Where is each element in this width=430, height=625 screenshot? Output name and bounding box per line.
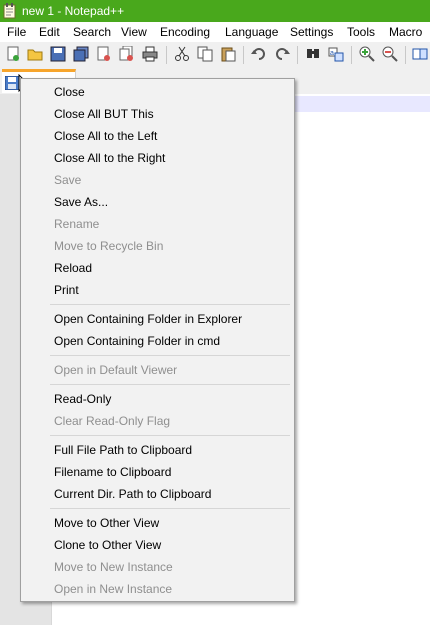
- menu-item-close-all-but-this[interactable]: Close All BUT This: [54, 103, 154, 125]
- zoom-out-icon[interactable]: [382, 46, 398, 62]
- menu-item-close-all-left[interactable]: Close All to the Left: [54, 125, 157, 147]
- menu-macro[interactable]: Macro: [389, 25, 422, 39]
- menu-encoding[interactable]: Encoding: [160, 25, 210, 39]
- menu-item-move-other-view[interactable]: Move to Other View: [54, 512, 159, 534]
- notepad-app-icon: [3, 3, 16, 19]
- menu-tools[interactable]: Tools: [347, 25, 375, 39]
- menu-file[interactable]: File: [7, 25, 26, 39]
- copy-icon[interactable]: [197, 46, 213, 62]
- save-all-icon[interactable]: [73, 46, 89, 62]
- print-icon[interactable]: [142, 46, 158, 62]
- menu-item-clear-read-only: Clear Read-Only Flag: [54, 414, 171, 428]
- toolbar-separator: [243, 46, 244, 64]
- menu-separator: [50, 508, 290, 509]
- menu-item-close-all-right[interactable]: Close All to the Right: [54, 147, 165, 169]
- svg-text:a: a: [330, 50, 334, 57]
- menu-search[interactable]: Search: [73, 25, 111, 39]
- toolbar-separator: [166, 46, 167, 64]
- tab-context-menu: Close Close All BUT This Close All to th…: [20, 78, 295, 602]
- menu-separator: [50, 384, 290, 385]
- open-file-icon[interactable]: [27, 46, 43, 62]
- toolbar-separator: [297, 46, 298, 64]
- saved-file-icon: [5, 76, 19, 90]
- title-bar: new 1 - Notepad++: [0, 0, 430, 22]
- find-icon[interactable]: [305, 46, 321, 62]
- sync-view-icon[interactable]: [412, 46, 428, 62]
- menu-item-move-to-recycle-bin: Move to Recycle Bin: [54, 239, 164, 253]
- toolbar-separator: [405, 46, 406, 64]
- menu-item-open-default-viewer: Open in Default Viewer: [54, 363, 178, 377]
- menu-settings[interactable]: Settings: [290, 25, 333, 39]
- menu-item-clone-other-view[interactable]: Clone to Other View: [54, 534, 161, 556]
- menu-item-close[interactable]: Close: [54, 81, 85, 103]
- menu-item-print[interactable]: Print: [54, 279, 79, 301]
- menu-language[interactable]: Language: [225, 25, 278, 39]
- window-title: new 1 - Notepad++: [22, 4, 125, 18]
- cut-icon[interactable]: [174, 46, 190, 62]
- menu-item-move-new-instance: Move to New Instance: [54, 560, 173, 574]
- menu-item-rename: Rename: [54, 217, 100, 231]
- menu-edit[interactable]: Edit: [39, 25, 60, 39]
- close-all-icon[interactable]: [119, 46, 135, 62]
- menu-item-filename-clipboard[interactable]: Filename to Clipboard: [54, 461, 171, 483]
- paste-icon[interactable]: [220, 46, 236, 62]
- menu-bar: File Edit Search View Encoding Language …: [0, 22, 430, 42]
- menu-item-open-folder-explorer[interactable]: Open Containing Folder in Explorer: [54, 308, 242, 330]
- menu-item-dir-path-clipboard[interactable]: Current Dir. Path to Clipboard: [54, 483, 211, 505]
- menu-item-save-as[interactable]: Save As...: [54, 191, 108, 213]
- replace-icon[interactable]: a: [328, 46, 344, 62]
- menu-item-reload[interactable]: Reload: [54, 257, 92, 279]
- menu-item-read-only[interactable]: Read-Only: [54, 388, 111, 410]
- zoom-in-icon[interactable]: [359, 46, 375, 62]
- menu-separator: [50, 355, 290, 356]
- redo-icon[interactable]: [274, 46, 290, 62]
- menu-item-open-new-instance: Open in New Instance: [54, 582, 173, 596]
- undo-icon[interactable]: [251, 46, 267, 62]
- menu-separator: [50, 304, 290, 305]
- menu-item-open-folder-cmd[interactable]: Open Containing Folder in cmd: [54, 330, 220, 352]
- toolbar-separator: [351, 46, 352, 64]
- toolbar: a: [0, 42, 430, 68]
- save-icon[interactable]: [50, 46, 66, 62]
- menu-item-full-path-clipboard[interactable]: Full File Path to Clipboard: [54, 439, 192, 461]
- new-file-icon[interactable]: [5, 46, 21, 62]
- menu-item-save: Save: [54, 173, 82, 187]
- close-icon[interactable]: [96, 46, 112, 62]
- menu-view[interactable]: View: [121, 25, 147, 39]
- menu-separator: [50, 435, 290, 436]
